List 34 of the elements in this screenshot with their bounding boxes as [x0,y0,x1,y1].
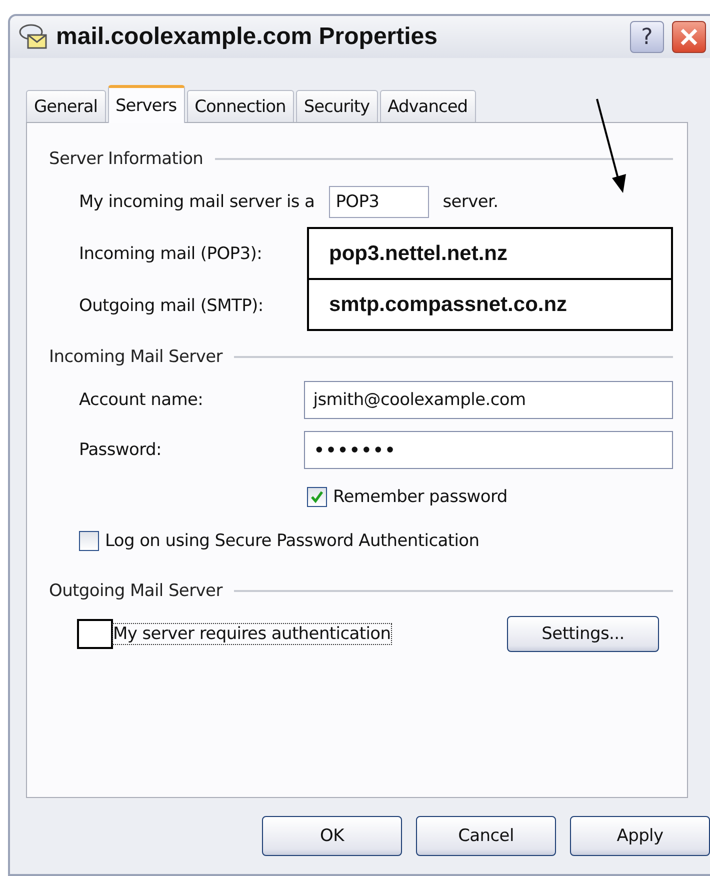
field-label: Outgoing mail (SMTP): [79,296,264,316]
server-type-field: POP3 [328,186,429,218]
field-label: My incoming mail server is a [79,192,315,212]
tab[interactable]: Servers [108,85,185,123]
group-heading: Incoming Mail Server [49,347,222,367]
field-label: Incoming mail (POP3): [79,244,264,264]
dialog-button[interactable]: Apply [570,816,710,856]
checkbox-label: Log on using Secure Password Authentication [105,531,480,551]
password-field[interactable]: ••••••• [304,431,673,469]
settings-button[interactable]: Settings... [507,616,659,652]
tab[interactable]: Advanced [380,90,476,122]
field-label: Password: [79,440,162,460]
tab[interactable]: Connection [186,90,294,122]
server-address-field[interactable]: pop3.nettel.net.nz [307,227,673,280]
help-button[interactable]: ? [630,21,664,53]
dialog-button[interactable]: Cancel [416,816,556,856]
close-button[interactable] [672,21,706,53]
server-address-field[interactable]: smtp.compassnet.co.nz [307,280,673,331]
close-icon [679,27,699,47]
group-heading: Server Information [49,149,204,169]
tab[interactable]: Security [296,90,378,122]
window-title: mail.coolexample.com Properties [56,23,438,51]
checkbox[interactable] [79,531,99,551]
dialog-button[interactable]: OK [262,816,402,856]
account-name-field[interactable]: jsmith@coolexample.com [304,381,673,419]
checkbox[interactable] [77,619,113,649]
checkbox[interactable] [307,487,327,507]
group-heading: Outgoing Mail Server [49,581,222,601]
checkbox-label: Remember password [333,487,508,507]
checkbox-label: My server requires authentication [113,624,391,644]
tab[interactable]: General [26,90,106,122]
field-label: Account name: [79,390,204,410]
field-label: server. [442,192,498,212]
mail-icon [18,23,48,51]
